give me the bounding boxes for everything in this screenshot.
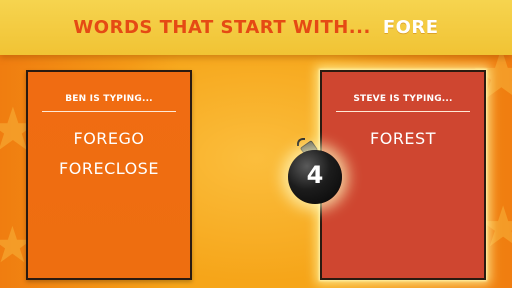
player-status: BEN IS TYPING... [65,94,153,104]
prompt-label: WORDS THAT START WITH... [73,17,371,38]
word-entry: FOREGO [73,129,145,148]
prompt-word: FORE [382,17,439,38]
word-entry: FORECLOSE [59,159,159,178]
divider [336,111,470,112]
divider [42,111,176,112]
bomb-countdown: 4 [306,161,324,189]
word-list: FOREST [322,124,484,154]
player-status: STEVE IS TYPING... [353,94,453,104]
word-entry: FOREST [370,129,436,148]
prompt-banner: WORDS THAT START WITH... FORE [0,0,512,55]
player-panel-steve: STEVE IS TYPING... FOREST [320,70,486,280]
word-list: FOREGO FORECLOSE [28,124,190,184]
prompt-text: WORDS THAT START WITH... FORE [0,17,512,38]
player-panel-ben: BEN IS TYPING... FOREGO FORECLOSE [26,70,192,280]
